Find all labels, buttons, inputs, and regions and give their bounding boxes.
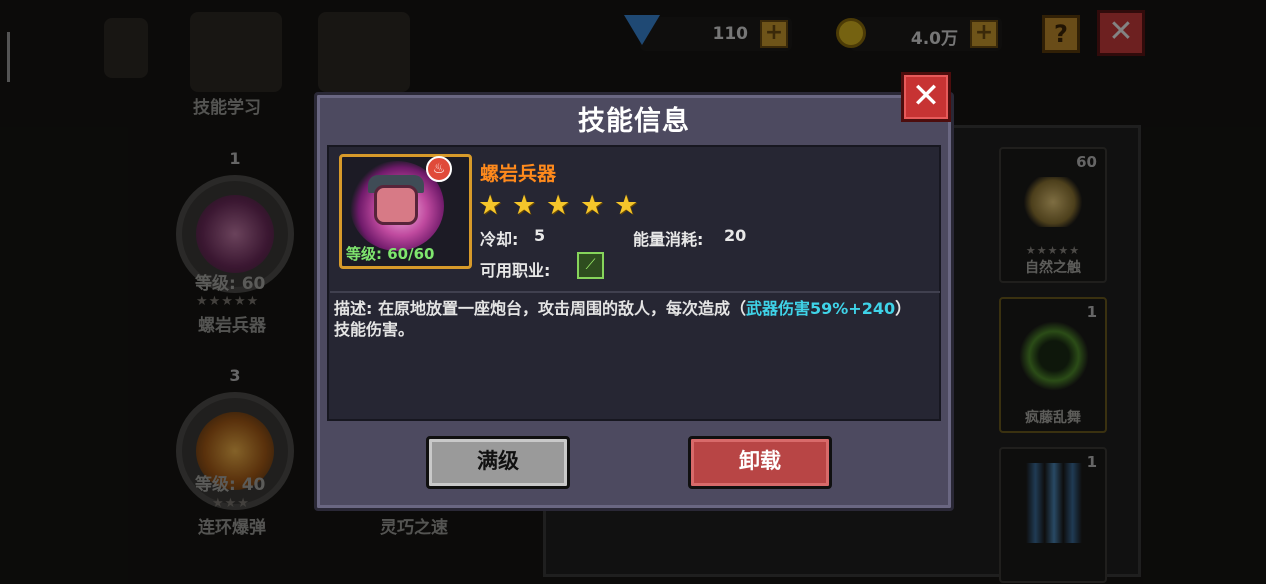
fire-element-icon: ♨ <box>426 156 452 182</box>
skill-card-blue-blades[interactable]: 1 <box>999 447 1107 583</box>
skill-1-level: 等级: 60 <box>195 274 266 294</box>
treasure-chest-icon[interactable] <box>318 12 410 92</box>
divider <box>330 291 940 293</box>
star-icon: ★ <box>580 190 605 221</box>
energy-cost-label: 能量消耗: <box>633 230 704 249</box>
card-count: 1 <box>1086 303 1097 321</box>
unload-button[interactable]: 卸载 <box>688 436 832 489</box>
ranger-class-icon: ⟋ <box>577 252 604 279</box>
skill-1-icon <box>196 195 274 273</box>
dialog-title: 技能信息 <box>578 106 690 137</box>
class-label: 可用职业: <box>480 261 551 280</box>
card-stars: ★★★★★ <box>1025 244 1081 257</box>
gem-icon <box>624 15 660 45</box>
skill-3-name: 连环爆弹 <box>198 518 266 538</box>
green-vine-icon <box>1019 321 1089 391</box>
skill-card-vine-dance[interactable]: 1 疯藤乱舞 <box>999 297 1107 433</box>
card-name: 自然之触 <box>1025 260 1081 276</box>
description-text: 描述: 在原地放置一座炮台，攻击周围的敌人，每次造成（ <box>334 299 746 318</box>
damage-formula: 武器伤害59%+240 <box>745 299 896 318</box>
card-count: 60 <box>1076 153 1097 171</box>
gold-value: 4.0万 <box>910 29 958 49</box>
middle-skill-name: 灵巧之速 <box>380 518 448 538</box>
blue-blades-icon <box>1023 463 1085 543</box>
skill-learn-book-icon[interactable] <box>190 12 282 92</box>
gold-counter: 4.0万 + <box>836 17 1002 51</box>
skill-1-name: 螺岩兵器 <box>198 316 266 336</box>
close-screen-button[interactable]: ✕ <box>1097 10 1145 56</box>
golden-flower-icon <box>1023 177 1083 227</box>
skill-description: 描述: 在原地放置一座炮台，攻击周围的敌人，每次造成（武器伤害59%+240）技… <box>334 298 924 340</box>
slot-number: 1 <box>229 149 241 168</box>
energy-cost-value: 20 <box>724 226 747 245</box>
slot-number: 3 <box>229 366 241 385</box>
red-lantern-icon <box>104 18 148 78</box>
card-name: 疯藤乱舞 <box>1025 410 1081 426</box>
skill-card-nature-touch[interactable]: 60 ★★★★★ 自然之触 <box>999 147 1107 283</box>
skill-3-level: 等级: 40 <box>195 475 266 495</box>
scroll-indicator <box>7 32 10 82</box>
gem-counter: 110 + <box>624 15 792 51</box>
add-gems-button[interactable]: + <box>760 20 788 48</box>
help-button[interactable]: ? <box>1042 15 1080 53</box>
star-icon: ★ <box>614 190 639 221</box>
gem-value: 110 <box>712 24 749 44</box>
add-gold-button[interactable]: + <box>970 20 998 48</box>
max-level-button[interactable]: 满级 <box>426 436 570 489</box>
pig-turret-icon <box>374 185 418 225</box>
star-icon: ★ <box>478 190 503 221</box>
skill-learn-label: 技能学习 <box>193 98 261 118</box>
coin-icon <box>836 18 866 48</box>
close-dialog-button[interactable]: ✕ <box>901 72 951 122</box>
card-count: 1 <box>1086 453 1097 471</box>
skill-1-stars: ★★★★★ <box>196 294 260 309</box>
skill-name: 螺岩兵器 <box>480 163 557 185</box>
cooldown-label: 冷却: <box>480 230 519 249</box>
cooldown-value: 5 <box>534 226 546 245</box>
skill-level: 等级: 60/60 <box>346 245 435 263</box>
skill-3-stars: ★★★ <box>212 496 250 511</box>
star-icon: ★ <box>512 190 537 221</box>
skill-portrait: 等级: 60/60 <box>339 154 472 269</box>
star-icon: ★ <box>546 190 571 221</box>
